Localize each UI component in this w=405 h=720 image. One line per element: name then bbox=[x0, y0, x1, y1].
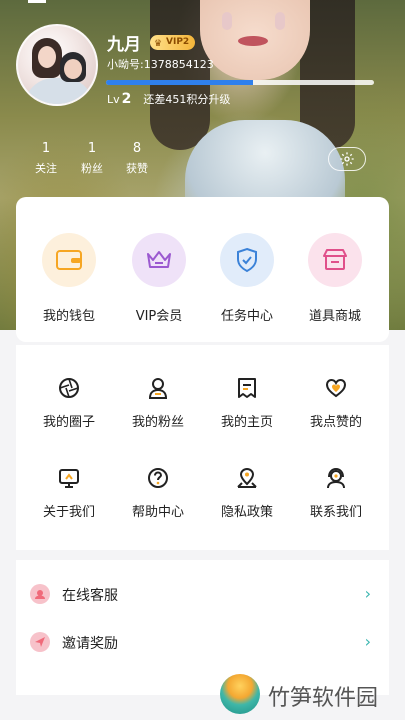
quick-label: 道具商城 bbox=[308, 309, 361, 324]
avatar[interactable] bbox=[16, 24, 98, 106]
quick-label: 任务中心 bbox=[220, 309, 273, 324]
settings-button[interactable] bbox=[328, 147, 366, 171]
watermark-text: 竹笋软件园 bbox=[268, 686, 379, 711]
shield-check-icon bbox=[220, 233, 274, 287]
stat-likes[interactable]: 8 获赞 bbox=[115, 141, 159, 176]
homepage-icon bbox=[233, 374, 261, 402]
grid-label: 隐私政策 bbox=[220, 505, 273, 520]
stat-label: 关注 bbox=[35, 162, 57, 175]
chevron-right-icon: › bbox=[364, 584, 371, 603]
watermark: 竹笋软件园 bbox=[218, 670, 405, 720]
store-icon bbox=[308, 233, 362, 287]
stat-label: 获赞 bbox=[126, 162, 148, 175]
grid-label: 我点赞的 bbox=[309, 415, 362, 430]
headset-icon bbox=[322, 464, 350, 492]
list-item-label: 邀请奖励 bbox=[62, 636, 118, 652]
quick-label: VIP会员 bbox=[135, 309, 183, 324]
level-prefix: Lv bbox=[107, 93, 120, 106]
background-earring bbox=[275, 12, 285, 30]
grid-label: 我的主页 bbox=[220, 415, 273, 430]
level-progress-bar bbox=[106, 80, 374, 85]
background-lips bbox=[238, 36, 268, 46]
quick-label: 我的钱包 bbox=[42, 309, 95, 324]
grid-label: 帮助中心 bbox=[131, 505, 184, 520]
level-info: Lv 2 还差451积分升级 bbox=[107, 91, 230, 107]
stat-value: 1 bbox=[41, 141, 51, 156]
wallet-icon bbox=[42, 233, 96, 287]
quick-access-card: 我的钱包 VIP会员 任务中心 道具商城 bbox=[16, 197, 389, 342]
vip-badge-label: VIP2 bbox=[166, 37, 190, 47]
stat-following[interactable]: 1 关注 bbox=[24, 141, 68, 176]
user-icon bbox=[144, 374, 172, 402]
aperture-icon bbox=[55, 374, 83, 402]
background-earring bbox=[222, 12, 232, 30]
location-icon bbox=[233, 464, 261, 492]
level-number: 2 bbox=[121, 91, 132, 107]
list-item-invite-reward[interactable]: 邀请奖励 › bbox=[16, 622, 389, 662]
menu-grid-card: 我的圈子 我的粉丝 我的主页 我点赞的 关于我们 帮助中心 隐私政策 联系我们 bbox=[16, 345, 389, 550]
grid-label: 关于我们 bbox=[42, 505, 95, 520]
support-icon bbox=[30, 584, 50, 604]
stat-value: 1 bbox=[87, 141, 97, 156]
gear-icon bbox=[340, 152, 354, 166]
account-id: 小呦号:1378854123 bbox=[107, 58, 214, 71]
grid-label: 我的粉丝 bbox=[131, 415, 184, 430]
stat-label: 粉丝 bbox=[81, 162, 103, 175]
username: 九月 bbox=[107, 35, 141, 55]
help-icon bbox=[144, 464, 172, 492]
stat-value: 8 bbox=[132, 141, 142, 156]
send-icon bbox=[30, 632, 50, 652]
monitor-icon bbox=[55, 464, 83, 492]
grid-label: 联系我们 bbox=[309, 505, 362, 520]
heart-icon bbox=[322, 374, 350, 402]
grid-label: 我的圈子 bbox=[42, 415, 95, 430]
crown-icon bbox=[132, 233, 186, 287]
list-item-online-service[interactable]: 在线客服 › bbox=[16, 574, 389, 614]
stat-fans[interactable]: 1 粉丝 bbox=[70, 141, 114, 176]
status-bar-indicator bbox=[28, 0, 46, 3]
crown-icon: ♛ bbox=[154, 39, 163, 49]
level-progress-fill bbox=[106, 80, 254, 85]
watermark-logo-icon bbox=[220, 674, 260, 714]
chevron-right-icon: › bbox=[364, 632, 371, 651]
vip-badge[interactable]: ♛ VIP2 bbox=[150, 35, 196, 50]
level-remain-text: 还差451积分升级 bbox=[143, 93, 231, 106]
list-item-label: 在线客服 bbox=[62, 588, 118, 604]
